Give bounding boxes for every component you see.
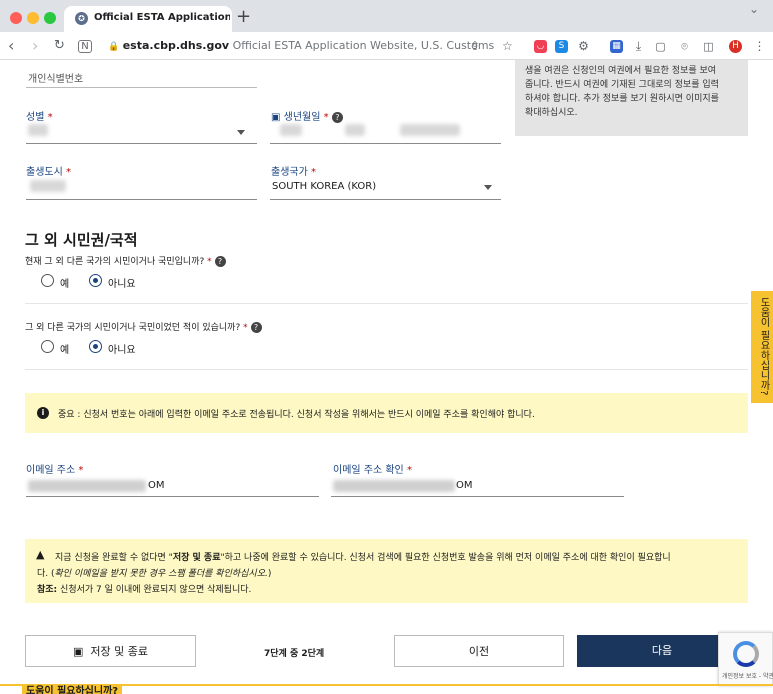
recaptcha-badge[interactable]: 개인정보 보호 - 약관 [718, 632, 773, 686]
previous-button[interactable]: 이전 [394, 635, 564, 667]
maximize-window-button[interactable] [44, 12, 56, 24]
site-info-icon[interactable]: 🔒 [108, 42, 119, 52]
help-side-tab-label: 도움이 필요하십니까? [758, 297, 769, 396]
address-bar[interactable]: 🔒 esta.cbp.dhs.gov Official ESTA Applica… [108, 36, 498, 56]
question-current-citizenship: 현재 그 외 다른 국가의 시민이거나 국민입니까? * ? [25, 254, 226, 267]
help-bottom-tab-label: 도움이 필요하십니까? [22, 684, 123, 694]
q2-no-label: 아니요 [108, 345, 136, 356]
url-host: esta.cbp.dhs.gov [122, 39, 230, 52]
birthdate-label: ▣ 생년월일 * ? [271, 108, 343, 123]
download-icon[interactable]: ⤓ [632, 40, 645, 53]
email-notice-text: 중요 : 신청서 번호는 아래에 입력한 이메일 주소로 전송됩니다. 신청서 … [58, 410, 535, 420]
dhs-seal-icon: ✪ [75, 12, 88, 25]
help-bottom-tab[interactable]: 도움이 필요하십니까? [0, 684, 773, 694]
redacted-value [280, 124, 302, 136]
section-title: 그 외 시민권/국적 [25, 231, 138, 249]
q2-yes-radio[interactable] [41, 340, 54, 353]
calendar-icon: ▣ [271, 112, 281, 123]
passport-info-box: 생을 여권은 신청인의 여권에서 필요한 정보를 보여 줍니다. 반드시 여권에… [515, 60, 748, 136]
reload-icon[interactable]: ↻ [54, 36, 65, 56]
birth-country-label: 출생국가 * [271, 167, 316, 178]
recaptcha-links[interactable]: 개인정보 보호 - 약관 [722, 671, 773, 680]
minimize-window-button[interactable] [27, 12, 39, 24]
divider [25, 369, 748, 370]
back-icon[interactable]: ‹ [8, 36, 14, 56]
redacted-value [28, 480, 146, 492]
warning-icon: ▲ [36, 548, 45, 561]
q2-yes-label: 예 [60, 345, 70, 356]
side-panel-icon[interactable]: ◫ [702, 40, 715, 53]
warning-line-2: 다. (확인 이메일을 받지 못한 경우 스팸 폴더를 확인하십시오.) [37, 569, 272, 579]
url-page-title: Official ESTA Application Website, U.S. … [232, 39, 495, 52]
email-label: 이메일 주소 * [26, 465, 84, 476]
info-line: 하셔야 합니다. 추가 정보를 보기 원하시면 이미지를 [525, 94, 719, 104]
new-tab-button[interactable]: + [236, 6, 251, 27]
redacted-value [333, 480, 455, 492]
flag-extension-icon[interactable]: ▦ [610, 40, 623, 53]
browser-toolbar: ‹ › ↻ N 🔒 esta.cbp.dhs.gov Official ESTA… [0, 32, 773, 60]
email-value: OM [148, 480, 165, 491]
birth-city-label: 출생도시 * [26, 167, 71, 178]
chevron-down-icon [237, 130, 245, 135]
browser-tab-bar: ✪ Official ESTA Application Website + ⌄ [0, 0, 773, 32]
q1-no-label: 아니요 [108, 279, 136, 290]
q2-no-radio[interactable] [89, 340, 102, 353]
save-warning-alert: ▲ 지금 신청을 완료할 수 없다면 "저장 및 종료"하고 나중에 완료할 수… [25, 539, 748, 603]
redacted-value [400, 124, 460, 136]
info-line: 생을 여권은 신청인의 여권에서 필요한 정보를 보여 [525, 66, 717, 76]
warning-line-3: 참조: 신청서가 7 일 이내에 완료되지 않으면 삭제됩니다. [37, 585, 252, 595]
sex-label: 성별 * [26, 112, 53, 123]
bookmark-star-icon[interactable]: ☆ [502, 36, 513, 56]
s-extension-icon[interactable]: S [555, 40, 568, 53]
national-id-label: 개인식별번호 [28, 74, 84, 85]
q1-yes-label: 예 [60, 279, 70, 290]
birth-city-field[interactable] [26, 199, 257, 200]
sex-select[interactable] [26, 143, 257, 144]
save-icon: ▣ [73, 645, 84, 658]
redacted-value [30, 180, 66, 192]
recaptcha-icon [733, 641, 759, 667]
forward-icon[interactable]: › [32, 36, 38, 56]
browser-tab[interactable]: ✪ Official ESTA Application Website [64, 6, 232, 32]
redacted-value [28, 124, 48, 136]
cast-icon[interactable]: ▢ [654, 40, 667, 53]
warning-line-1: 지금 신청을 완료할 수 없다면 "저장 및 종료"하고 나중에 완료할 수 있… [55, 553, 671, 563]
email-confirm-label: 이메일 주소 확인 * [333, 465, 412, 476]
help-icon[interactable]: ? [250, 322, 262, 333]
step-indicator: 7단계 중 2단계 [264, 649, 325, 659]
help-icon[interactable]: ? [331, 111, 343, 123]
divider [25, 303, 748, 304]
info-icon: i [37, 407, 49, 419]
reader-mode-icon[interactable]: N [78, 40, 92, 53]
share-icon[interactable]: ⇪ [470, 36, 480, 56]
profile-avatar[interactable]: H [729, 40, 742, 53]
redacted-value [345, 124, 365, 136]
question-past-citizenship: 그 외 다른 국가의 시민이거나 국민이었던 적이 있습니까? * ? [25, 320, 262, 333]
birth-country-value: SOUTH KOREA (KOR) [272, 181, 377, 192]
birthdate-field[interactable] [270, 143, 501, 144]
email-notice-alert: i 중요 : 신청서 번호는 아래에 입력한 이메일 주소로 전송됩니다. 신청… [25, 393, 748, 433]
close-window-button[interactable] [10, 12, 22, 24]
chevron-down-icon[interactable]: ⌄ [749, 2, 759, 16]
more-menu-icon[interactable]: ⋮ [753, 40, 766, 53]
help-side-tab[interactable]: 도움이 필요하십니까? [751, 291, 773, 403]
info-line: 확대하십시오. [525, 108, 578, 118]
save-and-exit-button[interactable]: ▣ 저장 및 종료 [25, 635, 196, 667]
email-confirm-input[interactable] [331, 496, 624, 497]
extension-icon[interactable]: ⚙ [577, 40, 590, 53]
email-confirm-value: OM [456, 480, 473, 491]
pocket-extension-icon[interactable]: ◡ [534, 40, 547, 53]
national-id-field[interactable] [26, 87, 257, 88]
info-line: 줍니다. 반드시 여권에 기재된 그대로의 정보를 입력 [525, 80, 719, 90]
help-icon[interactable]: ? [214, 256, 226, 267]
birth-country-select[interactable] [270, 199, 501, 200]
q1-yes-radio[interactable] [41, 274, 54, 287]
email-input[interactable] [26, 496, 319, 497]
q1-no-radio[interactable] [89, 274, 102, 287]
screenshot-icon[interactable]: ⌾ [678, 40, 691, 53]
chevron-down-icon [484, 185, 492, 190]
tab-title: Official ESTA Application Website [94, 12, 230, 23]
